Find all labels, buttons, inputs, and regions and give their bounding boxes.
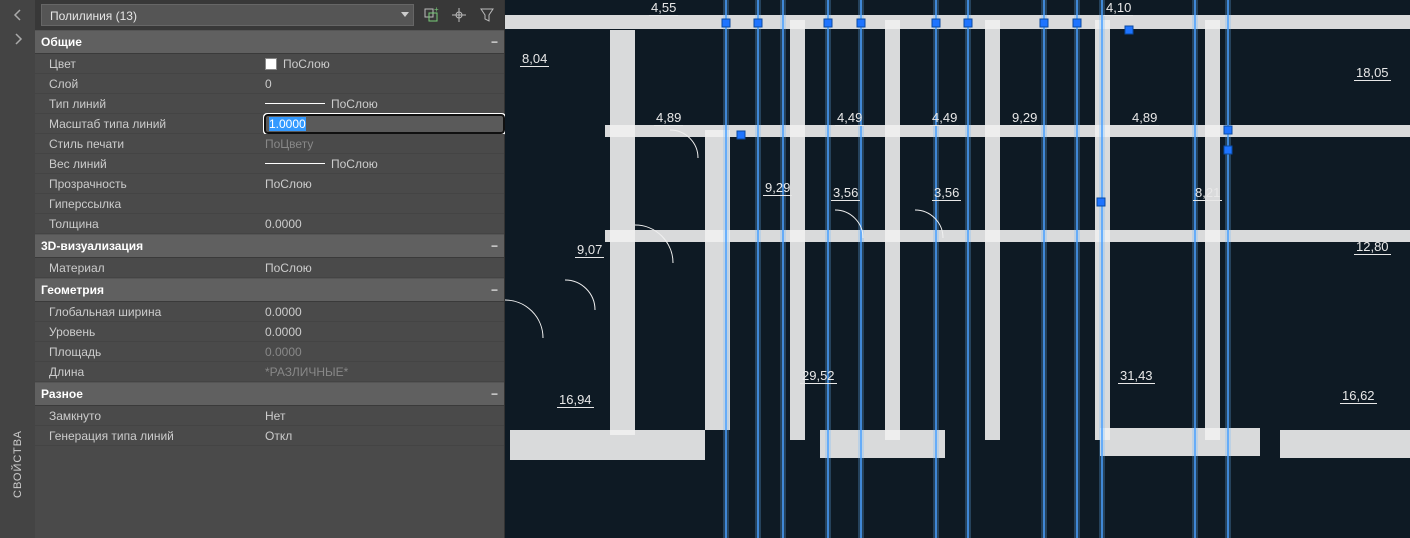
prop-value: *РАЗЛИЧНЫЕ* xyxy=(265,365,348,379)
line-sample-icon xyxy=(265,103,325,104)
prop-label: Масштаб типа линий xyxy=(35,117,265,131)
prop-label: Гиперссылка xyxy=(35,197,265,211)
prop-value: 0 xyxy=(265,77,272,91)
prop-value: Откл xyxy=(265,429,292,443)
prop-label: Стиль печати xyxy=(35,137,265,151)
prop-value: ПоСлою xyxy=(331,157,378,171)
panel-title-vertical: СВОЙСТВА xyxy=(12,420,24,508)
prop-label: Замкнуто xyxy=(35,409,265,423)
prop-label: Генерация типа линий xyxy=(35,429,265,443)
prop-area[interactable]: Площадь 0.0000 xyxy=(35,342,504,362)
prop-label: Вес линий xyxy=(35,157,265,171)
prop-value: ПоСлою xyxy=(265,177,312,191)
color-swatch-icon xyxy=(265,58,277,70)
section-3d[interactable]: 3D-визуализация − xyxy=(35,234,504,258)
prop-closed[interactable]: Замкнуто Нет xyxy=(35,406,504,426)
quick-select-icon[interactable] xyxy=(476,4,498,26)
toggle-arrow-left-icon[interactable] xyxy=(9,6,27,24)
collapse-icon: − xyxy=(491,283,498,297)
prop-elevation[interactable]: Уровень 0.0000 xyxy=(35,322,504,342)
prop-value: 0.0000 xyxy=(265,325,302,339)
prop-value: ПоСлою xyxy=(331,97,378,111)
svg-text:+: + xyxy=(434,7,439,14)
prop-label: Уровень xyxy=(35,325,265,339)
prop-value: ПоЦвету xyxy=(265,137,313,151)
prop-value: 0.0000 xyxy=(265,345,302,359)
prop-value: Нет xyxy=(265,409,285,423)
prop-thickness[interactable]: Толщина 0.0000 xyxy=(35,214,504,234)
properties-panel: Полилиния (13) + Общие − Цвет ПоСлою Сло… xyxy=(35,0,505,538)
selection-dropdown-label: Полилиния (13) xyxy=(50,9,137,23)
prop-label: Длина xyxy=(35,365,265,379)
collapse-icon: − xyxy=(491,35,498,49)
prop-hyperlink[interactable]: Гиперссылка xyxy=(35,194,504,214)
collapse-icon: − xyxy=(491,387,498,401)
section-general[interactable]: Общие − xyxy=(35,30,504,54)
ltscale-input[interactable] xyxy=(265,115,504,133)
prop-length[interactable]: Длина *РАЗЛИЧНЫЕ* xyxy=(35,362,504,382)
prop-layer[interactable]: Слой 0 xyxy=(35,74,504,94)
section-title: Общие xyxy=(41,35,82,49)
toggle-pim-icon[interactable]: + xyxy=(420,4,442,26)
prop-lineweight[interactable]: Вес линий ПоСлою xyxy=(35,154,504,174)
collapse-icon: − xyxy=(491,239,498,253)
prop-label: Слой xyxy=(35,77,265,91)
prop-ltgen[interactable]: Генерация типа линий Откл xyxy=(35,426,504,446)
prop-label: Материал xyxy=(35,261,265,275)
vertical-tab-bar[interactable]: СВОЙСТВА xyxy=(0,0,35,538)
prop-value: ПоСлою xyxy=(283,57,330,71)
prop-label: Толщина xyxy=(35,217,265,231)
chevron-down-icon xyxy=(401,12,409,17)
locate-icon[interactable] xyxy=(448,4,470,26)
prop-linetype[interactable]: Тип линий ПоСлою xyxy=(35,94,504,114)
toggle-arrow-right-icon[interactable] xyxy=(9,30,27,48)
prop-transparency[interactable]: Прозрачность ПоСлою xyxy=(35,174,504,194)
section-title: Геометрия xyxy=(41,283,104,297)
drawing-canvas[interactable]: 4,554,108,0418,054,894,494,499,294,899,2… xyxy=(505,0,1410,538)
prop-plotstyle[interactable]: Стиль печати ПоЦвету xyxy=(35,134,504,154)
section-title: 3D-визуализация xyxy=(41,239,143,253)
prop-label: Прозрачность xyxy=(35,177,265,191)
floor-plan-drawing xyxy=(505,0,1410,538)
prop-ltscale[interactable]: Масштаб типа линий xyxy=(35,114,504,134)
prop-material[interactable]: Материал ПоСлою xyxy=(35,258,504,278)
prop-label: Глобальная ширина xyxy=(35,305,265,319)
prop-value: 0.0000 xyxy=(265,305,302,319)
section-geometry[interactable]: Геометрия − xyxy=(35,278,504,302)
line-sample-icon xyxy=(265,163,325,164)
panel-header: Полилиния (13) + xyxy=(35,0,504,30)
prop-label: Тип линий xyxy=(35,97,265,111)
prop-label: Цвет xyxy=(35,57,265,71)
section-title: Разное xyxy=(41,387,83,401)
prop-color[interactable]: Цвет ПоСлою xyxy=(35,54,504,74)
prop-label: Площадь xyxy=(35,345,265,359)
prop-global-width[interactable]: Глобальная ширина 0.0000 xyxy=(35,302,504,322)
prop-value: 0.0000 xyxy=(265,217,302,231)
prop-value: ПоСлою xyxy=(265,261,312,275)
section-misc[interactable]: Разное − xyxy=(35,382,504,406)
selection-dropdown[interactable]: Полилиния (13) xyxy=(41,4,414,26)
